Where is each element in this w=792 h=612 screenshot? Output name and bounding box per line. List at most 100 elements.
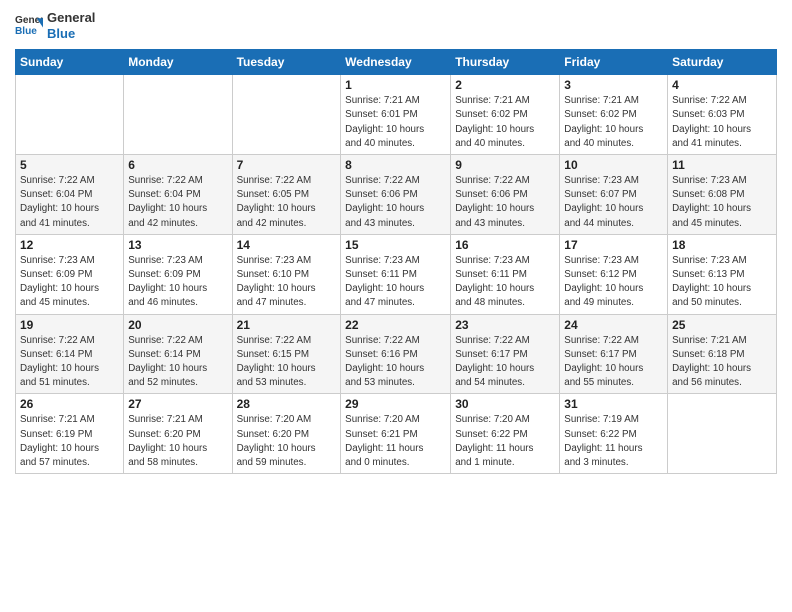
calendar-cell: 30Sunrise: 7:20 AM Sunset: 6:22 PM Dayli… <box>451 394 560 474</box>
day-info: Sunrise: 7:23 AM Sunset: 6:13 PM Dayligh… <box>672 254 772 311</box>
day-number: 9 <box>455 158 555 172</box>
day-number: 17 <box>564 238 663 252</box>
day-info: Sunrise: 7:21 AM Sunset: 6:02 PM Dayligh… <box>455 94 555 151</box>
calendar-cell: 15 Sunrise: 7:23 AM Sunset: 6:11 PM Dayli… <box>341 234 451 314</box>
day-number: 3 <box>564 78 663 92</box>
weekday-header-thursday: Thursday <box>451 50 560 75</box>
day-info: Sunrise: 7:20 AM Sunset: 6:20 PM Dayligh… <box>237 413 337 470</box>
weekday-header-tuesday: Tuesday <box>232 50 341 75</box>
calendar-header: SundayMondayTuesdayWednesdayThursdayFrid… <box>16 50 777 75</box>
day-number: 28 <box>237 397 337 411</box>
day-number: 14 <box>237 238 337 252</box>
day-info: Sunrise: 7:22 AM Sunset: 6:17 PM Dayligh… <box>455 334 555 391</box>
day-number: 11 <box>672 158 772 172</box>
calendar-cell: 10Sunrise: 7:23 AM Sunset: 6:07 PM Dayli… <box>560 155 668 235</box>
day-number: 19 <box>20 318 119 332</box>
day-number: 1 <box>345 78 446 92</box>
day-number: 6 <box>128 158 227 172</box>
calendar-cell: 2 Sunrise: 7:21 AM Sunset: 6:02 PM Daylig… <box>451 75 560 155</box>
logo-line2: Blue <box>47 26 95 42</box>
day-info: Sunrise: 7:23 AM Sunset: 6:08 PM Dayligh… <box>672 174 772 231</box>
weekday-header-sunday: Sunday <box>16 50 124 75</box>
day-number: 5 <box>20 158 119 172</box>
calendar-cell <box>16 75 124 155</box>
day-info: Sunrise: 7:22 AM Sunset: 6:06 PM Dayligh… <box>345 174 446 231</box>
day-info: Sunrise: 7:22 AM Sunset: 6:16 PM Dayligh… <box>345 334 446 391</box>
calendar-cell: 9 Sunrise: 7:22 AM Sunset: 6:06 PM Daylig… <box>451 155 560 235</box>
day-info: Sunrise: 7:22 AM Sunset: 6:06 PM Dayligh… <box>455 174 555 231</box>
day-info: Sunrise: 7:22 AM Sunset: 6:15 PM Dayligh… <box>237 334 337 391</box>
calendar-cell: 21 Sunrise: 7:22 AM Sunset: 6:15 PM Dayli… <box>232 314 341 394</box>
calendar-body: 1 Sunrise: 7:21 AM Sunset: 6:01 PM Daylig… <box>16 75 777 474</box>
calendar-cell: 5 Sunrise: 7:22 AM Sunset: 6:04 PM Daylig… <box>16 155 124 235</box>
calendar-cell: 7 Sunrise: 7:22 AM Sunset: 6:05 PM Daylig… <box>232 155 341 235</box>
calendar-cell <box>232 75 341 155</box>
weekday-header-friday: Friday <box>560 50 668 75</box>
day-number: 29 <box>345 397 446 411</box>
day-info: Sunrise: 7:22 AM Sunset: 6:05 PM Dayligh… <box>237 174 337 231</box>
calendar-table: SundayMondayTuesdayWednesdayThursdayFrid… <box>15 49 777 474</box>
calendar-cell: 29Sunrise: 7:20 AM Sunset: 6:21 PM Dayli… <box>341 394 451 474</box>
day-number: 16 <box>455 238 555 252</box>
weekday-header-monday: Monday <box>124 50 232 75</box>
calendar-cell: 24 Sunrise: 7:22 AM Sunset: 6:17 PM Dayli… <box>560 314 668 394</box>
logo: General Blue General Blue <box>15 10 95 41</box>
weekday-header-wednesday: Wednesday <box>341 50 451 75</box>
day-info: Sunrise: 7:22 AM Sunset: 6:14 PM Dayligh… <box>20 334 119 391</box>
calendar-week-row: 19 Sunrise: 7:22 AM Sunset: 6:14 PM Dayli… <box>16 314 777 394</box>
day-number: 2 <box>455 78 555 92</box>
day-number: 20 <box>128 318 227 332</box>
day-number: 27 <box>128 397 227 411</box>
calendar-cell: 19 Sunrise: 7:22 AM Sunset: 6:14 PM Dayli… <box>16 314 124 394</box>
day-number: 10 <box>564 158 663 172</box>
day-info: Sunrise: 7:19 AM Sunset: 6:22 PM Dayligh… <box>564 413 663 470</box>
calendar-cell: 13Sunrise: 7:23 AM Sunset: 6:09 PM Dayli… <box>124 234 232 314</box>
calendar-cell: 27 Sunrise: 7:21 AM Sunset: 6:20 PM Dayli… <box>124 394 232 474</box>
calendar-cell: 18Sunrise: 7:23 AM Sunset: 6:13 PM Dayli… <box>668 234 777 314</box>
calendar-cell: 25 Sunrise: 7:21 AM Sunset: 6:18 PM Dayli… <box>668 314 777 394</box>
svg-text:Blue: Blue <box>15 25 37 36</box>
day-info: Sunrise: 7:21 AM Sunset: 6:19 PM Dayligh… <box>20 413 119 470</box>
day-number: 8 <box>345 158 446 172</box>
calendar-week-row: 5 Sunrise: 7:22 AM Sunset: 6:04 PM Daylig… <box>16 155 777 235</box>
calendar-cell: 14 Sunrise: 7:23 AM Sunset: 6:10 PM Dayli… <box>232 234 341 314</box>
calendar-cell: 26Sunrise: 7:21 AM Sunset: 6:19 PM Dayli… <box>16 394 124 474</box>
day-info: Sunrise: 7:23 AM Sunset: 6:12 PM Dayligh… <box>564 254 663 311</box>
day-number: 23 <box>455 318 555 332</box>
calendar-cell: 17 Sunrise: 7:23 AM Sunset: 6:12 PM Dayli… <box>560 234 668 314</box>
day-number: 7 <box>237 158 337 172</box>
day-number: 31 <box>564 397 663 411</box>
day-number: 12 <box>20 238 119 252</box>
calendar-cell: 11 Sunrise: 7:23 AM Sunset: 6:08 PM Dayli… <box>668 155 777 235</box>
calendar-cell: 22 Sunrise: 7:22 AM Sunset: 6:16 PM Dayli… <box>341 314 451 394</box>
day-info: Sunrise: 7:21 AM Sunset: 6:18 PM Dayligh… <box>672 334 772 391</box>
calendar-cell: 12Sunrise: 7:23 AM Sunset: 6:09 PM Dayli… <box>16 234 124 314</box>
calendar-cell: 28 Sunrise: 7:20 AM Sunset: 6:20 PM Dayli… <box>232 394 341 474</box>
calendar-week-row: 26Sunrise: 7:21 AM Sunset: 6:19 PM Dayli… <box>16 394 777 474</box>
day-info: Sunrise: 7:21 AM Sunset: 6:01 PM Dayligh… <box>345 94 446 151</box>
day-info: Sunrise: 7:22 AM Sunset: 6:04 PM Dayligh… <box>128 174 227 231</box>
day-number: 22 <box>345 318 446 332</box>
calendar-page: General Blue General Blue SundayMondayTu… <box>0 0 792 612</box>
calendar-cell: 6 Sunrise: 7:22 AM Sunset: 6:04 PM Daylig… <box>124 155 232 235</box>
day-info: Sunrise: 7:22 AM Sunset: 6:04 PM Dayligh… <box>20 174 119 231</box>
calendar-cell <box>668 394 777 474</box>
calendar-cell: 8 Sunrise: 7:22 AM Sunset: 6:06 PM Daylig… <box>341 155 451 235</box>
day-info: Sunrise: 7:22 AM Sunset: 6:03 PM Dayligh… <box>672 94 772 151</box>
calendar-cell: 1 Sunrise: 7:21 AM Sunset: 6:01 PM Daylig… <box>341 75 451 155</box>
day-number: 4 <box>672 78 772 92</box>
calendar-cell: 23 Sunrise: 7:22 AM Sunset: 6:17 PM Dayli… <box>451 314 560 394</box>
day-info: Sunrise: 7:22 AM Sunset: 6:14 PM Dayligh… <box>128 334 227 391</box>
day-info: Sunrise: 7:23 AM Sunset: 6:11 PM Dayligh… <box>345 254 446 311</box>
day-info: Sunrise: 7:23 AM Sunset: 6:11 PM Dayligh… <box>455 254 555 311</box>
day-info: Sunrise: 7:22 AM Sunset: 6:17 PM Dayligh… <box>564 334 663 391</box>
day-info: Sunrise: 7:23 AM Sunset: 6:10 PM Dayligh… <box>237 254 337 311</box>
day-info: Sunrise: 7:21 AM Sunset: 6:02 PM Dayligh… <box>564 94 663 151</box>
day-number: 25 <box>672 318 772 332</box>
day-number: 21 <box>237 318 337 332</box>
weekday-header-saturday: Saturday <box>668 50 777 75</box>
day-number: 15 <box>345 238 446 252</box>
day-number: 24 <box>564 318 663 332</box>
calendar-cell: 16 Sunrise: 7:23 AM Sunset: 6:11 PM Dayli… <box>451 234 560 314</box>
day-info: Sunrise: 7:21 AM Sunset: 6:20 PM Dayligh… <box>128 413 227 470</box>
